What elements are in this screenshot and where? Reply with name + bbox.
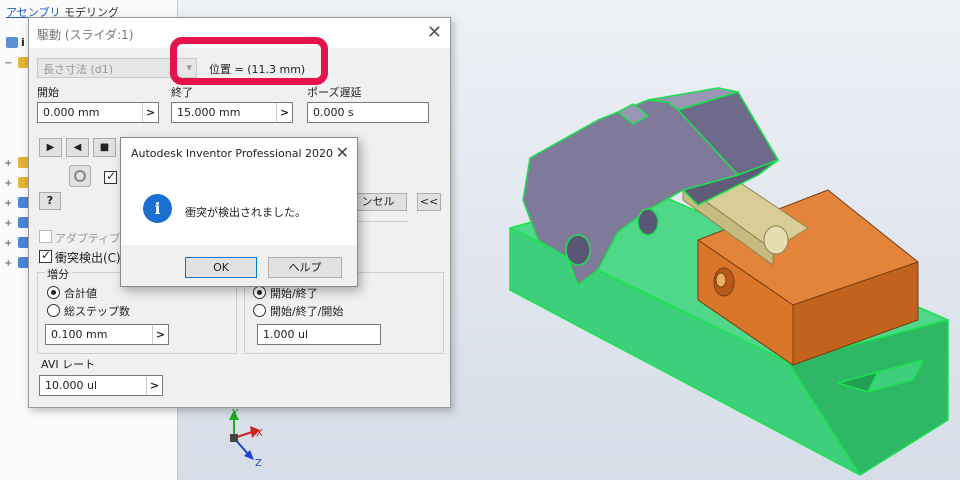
go-arrow-icon[interactable]: > <box>276 103 292 122</box>
tree-item-origin[interactable]: − <box>4 56 30 70</box>
collision-message-box: Autodesk Inventor Professional 2020 ✕ i … <box>120 137 358 287</box>
tree-item[interactable]: + <box>4 176 30 190</box>
collision-label: 衝突検出(C) <box>55 251 121 265</box>
info-icon: i <box>143 194 172 223</box>
highlight-box <box>170 37 328 85</box>
pause-label: ポーズ遅延 <box>307 86 362 99</box>
end-field[interactable]: 15.000 mm > <box>171 102 293 123</box>
dialog-title: 駆動 (スライダ:1) <box>37 28 134 42</box>
close-icon[interactable]: ✕ <box>427 22 442 43</box>
pause-field[interactable]: 0.000 s <box>307 102 429 123</box>
start-end-label: 開始/終了 <box>270 287 318 300</box>
triad-x-label: X <box>256 428 263 439</box>
play-reverse-button[interactable]: ◀ <box>66 138 89 157</box>
tree-item[interactable]: + <box>4 196 30 210</box>
help-button[interactable]: ヘルプ <box>268 257 342 278</box>
ok-button[interactable]: OK <box>185 257 257 278</box>
start-end-radio[interactable] <box>253 286 266 299</box>
tree-item[interactable]: + <box>4 236 30 250</box>
tree-item[interactable]: + <box>4 256 30 270</box>
close-icon[interactable]: ✕ <box>336 143 349 162</box>
triad-y-label: Y <box>231 408 239 419</box>
hidden-option-checkbox[interactable] <box>104 169 117 184</box>
collision-checkbox[interactable] <box>39 248 52 263</box>
assembly-icon <box>6 37 18 48</box>
help-icon[interactable]: ? <box>39 192 61 210</box>
increment-field[interactable]: 0.100 mm > <box>45 324 169 345</box>
tree-item[interactable]: + <box>4 156 30 170</box>
stop-button[interactable]: ■ <box>93 138 116 157</box>
triad-z-label: Z <box>255 458 262 469</box>
total-steps-label: 総ステップ数 <box>64 305 130 318</box>
view-triad: Y X Z <box>229 408 263 469</box>
play-forward-button[interactable]: ▶ <box>39 138 62 157</box>
end-label: 終了 <box>171 86 193 99</box>
go-arrow-icon[interactable]: > <box>142 103 158 122</box>
divider <box>351 221 409 222</box>
avi-rate-field[interactable]: 10.000 ul > <box>39 375 163 396</box>
start-field[interactable]: 0.000 mm > <box>37 102 159 123</box>
message-text: 衝突が検出されました。 <box>185 206 306 219</box>
avi-rate-label: AVI レート <box>41 358 96 371</box>
total-value-label: 合計値 <box>64 287 97 300</box>
message-title: Autodesk Inventor Professional 2020 <box>131 147 334 160</box>
repeat-field[interactable]: 1.000 ul <box>257 324 381 345</box>
total-value-radio[interactable] <box>47 286 60 299</box>
tree-root[interactable]: i <box>4 36 28 50</box>
increment-group-label: 増分 <box>45 266 71 282</box>
start-end-start-radio[interactable] <box>253 304 266 317</box>
collapse-button[interactable]: << <box>417 193 441 211</box>
start-label: 開始 <box>37 86 59 99</box>
tree-item[interactable]: + <box>4 216 30 230</box>
go-arrow-icon[interactable]: > <box>146 376 162 395</box>
record-button[interactable] <box>69 165 91 187</box>
go-arrow-icon[interactable]: > <box>152 325 168 344</box>
adaptive-checkbox[interactable] <box>39 230 52 243</box>
start-end-start-label: 開始/終了/開始 <box>270 305 344 318</box>
total-steps-radio[interactable] <box>47 304 60 317</box>
